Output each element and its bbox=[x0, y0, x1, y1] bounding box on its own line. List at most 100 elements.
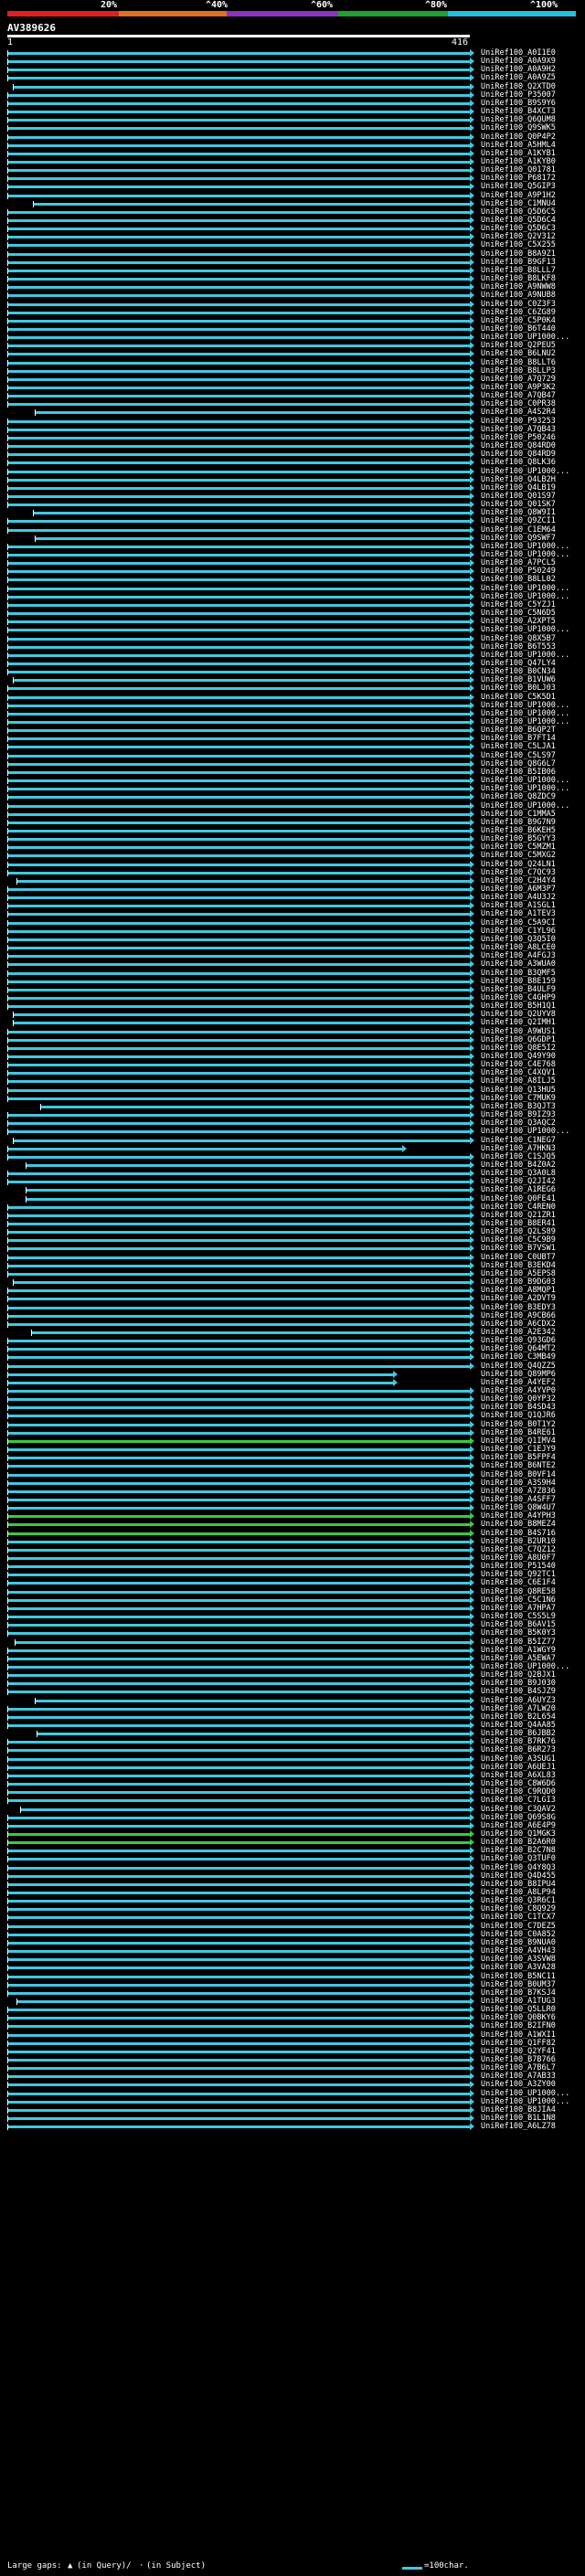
hit-end-arrow-icon bbox=[470, 2097, 474, 2105]
hit-start-tick bbox=[16, 1998, 17, 2005]
hit-end-arrow-icon bbox=[470, 1771, 474, 1779]
hit-end-arrow-icon bbox=[470, 868, 474, 876]
hit-alignment-bar bbox=[7, 1398, 470, 1402]
hit-start-tick bbox=[7, 1371, 8, 1378]
hit-alignment-bar bbox=[7, 387, 470, 389]
hit-end-arrow-icon bbox=[470, 777, 474, 785]
hit-alignment-bar bbox=[31, 1330, 470, 1334]
hit-alignment-bar bbox=[7, 1298, 470, 1301]
hit-end-arrow-icon bbox=[470, 292, 474, 300]
hit-end-arrow-icon bbox=[470, 1871, 474, 1880]
hit-end-arrow-icon bbox=[470, 1011, 474, 1019]
hit-alignment-bar bbox=[7, 1565, 470, 1569]
hit-alignment-bar bbox=[7, 1072, 470, 1076]
hit-start-tick bbox=[7, 1830, 8, 1838]
hit-start-tick bbox=[7, 1003, 8, 1011]
hit-alignment-bar bbox=[7, 888, 470, 891]
hit-end-arrow-icon bbox=[470, 2006, 474, 2014]
hit-start-tick bbox=[7, 1171, 8, 1178]
hit-start-tick bbox=[7, 769, 8, 776]
hit-end-arrow-icon bbox=[470, 1545, 474, 1553]
hit-end-arrow-icon bbox=[470, 1261, 474, 1269]
hit-link[interactable]: UniRef100_A6LZ78 bbox=[481, 2122, 556, 2131]
hit-alignment-bar bbox=[7, 1005, 470, 1009]
hit-end-arrow-icon bbox=[470, 108, 474, 116]
hit-start-tick bbox=[7, 1689, 8, 1696]
legend-scale-text: =100char. bbox=[424, 2561, 469, 2571]
hit-alignment-bar bbox=[7, 1489, 470, 1493]
hit-alignment-bar bbox=[7, 947, 470, 950]
hit-alignment-bar bbox=[7, 2009, 470, 2012]
hit-end-arrow-icon bbox=[470, 1964, 474, 1972]
hit-alignment-bar bbox=[7, 788, 470, 791]
hit-end-arrow-icon bbox=[470, 1454, 474, 1462]
hit-alignment-bar bbox=[7, 1172, 470, 1176]
hit-start-tick bbox=[7, 1555, 8, 1562]
scale-segment-cyan bbox=[448, 11, 576, 16]
hit-alignment-bar bbox=[7, 846, 470, 850]
hit-alignment-bar bbox=[7, 1765, 470, 1769]
hit-end-arrow-icon bbox=[470, 342, 474, 350]
hit-end-arrow-icon bbox=[470, 1563, 474, 1571]
hit-end-arrow-icon bbox=[470, 1395, 474, 1404]
hit-start-tick bbox=[7, 1630, 8, 1638]
hit-alignment-bar bbox=[7, 177, 470, 181]
hit-start-tick bbox=[7, 1296, 8, 1303]
hit-end-arrow-icon bbox=[470, 642, 474, 651]
hit-start-tick bbox=[7, 928, 8, 935]
hit-end-arrow-icon bbox=[470, 592, 474, 600]
hit-end-arrow-icon bbox=[470, 1947, 474, 1956]
hit-alignment-bar bbox=[7, 620, 470, 624]
hit-start-tick bbox=[7, 802, 8, 810]
hit-start-tick bbox=[7, 100, 8, 107]
legend: Large gaps: ▲ (in Query)/ · (in Subject)… bbox=[0, 2560, 585, 2574]
hit-end-arrow-icon bbox=[470, 1404, 474, 1412]
hit-start-tick bbox=[7, 727, 8, 735]
hit-start-tick bbox=[7, 669, 8, 676]
hit-alignment-bar bbox=[7, 1473, 470, 1477]
hit-alignment-bar bbox=[7, 269, 470, 272]
hit-start-tick bbox=[7, 192, 8, 199]
hit-end-arrow-icon bbox=[470, 1712, 474, 1721]
hit-start-tick bbox=[7, 869, 8, 876]
hit-start-tick bbox=[7, 1437, 8, 1445]
hit-start-tick bbox=[7, 250, 8, 258]
hit-start-tick bbox=[7, 1087, 8, 1094]
hit-start-tick bbox=[7, 1965, 8, 1972]
hit-start-tick bbox=[7, 1797, 8, 1805]
hit-end-arrow-icon bbox=[470, 1253, 474, 1261]
hit-start-tick bbox=[7, 844, 8, 852]
hit-alignment-bar bbox=[7, 470, 470, 473]
hit-end-arrow-icon bbox=[470, 1763, 474, 1771]
hit-alignment-bar bbox=[40, 1105, 470, 1108]
hit-alignment-bar bbox=[7, 1858, 470, 1861]
hit-start-tick bbox=[7, 301, 8, 308]
hit-alignment-bar bbox=[7, 194, 470, 197]
hit-alignment-bar bbox=[7, 1306, 470, 1309]
query-sequence-bar bbox=[7, 35, 470, 37]
hit-start-tick bbox=[7, 2040, 8, 2047]
hit-end-arrow-icon bbox=[470, 90, 474, 99]
hit-start-tick bbox=[7, 1354, 8, 1362]
hit-start-tick bbox=[7, 117, 8, 124]
hit-start-tick bbox=[7, 1839, 8, 1847]
hit-start-tick bbox=[7, 1062, 8, 1069]
hit-start-tick bbox=[7, 585, 8, 592]
hit-start-tick bbox=[7, 895, 8, 902]
hit-end-arrow-icon bbox=[470, 1102, 474, 1110]
hit-end-arrow-icon bbox=[470, 600, 474, 609]
hit-start-tick bbox=[7, 1212, 8, 1219]
hit-start-tick bbox=[7, 367, 8, 375]
hit-start-tick bbox=[7, 242, 8, 249]
hit-alignment-bar bbox=[7, 101, 470, 105]
hit-start-tick bbox=[7, 334, 8, 342]
hit-alignment-bar bbox=[7, 1373, 393, 1376]
hit-start-tick bbox=[13, 1137, 14, 1144]
hit-alignment-bar bbox=[7, 1783, 470, 1786]
hit-start-tick bbox=[7, 158, 8, 165]
hit-alignment-bar bbox=[7, 1532, 470, 1535]
hit-end-arrow-icon bbox=[470, 785, 474, 793]
hit-alignment-bar bbox=[33, 202, 470, 206]
hit-start-tick bbox=[7, 911, 8, 918]
hit-end-arrow-icon bbox=[470, 1178, 474, 1186]
